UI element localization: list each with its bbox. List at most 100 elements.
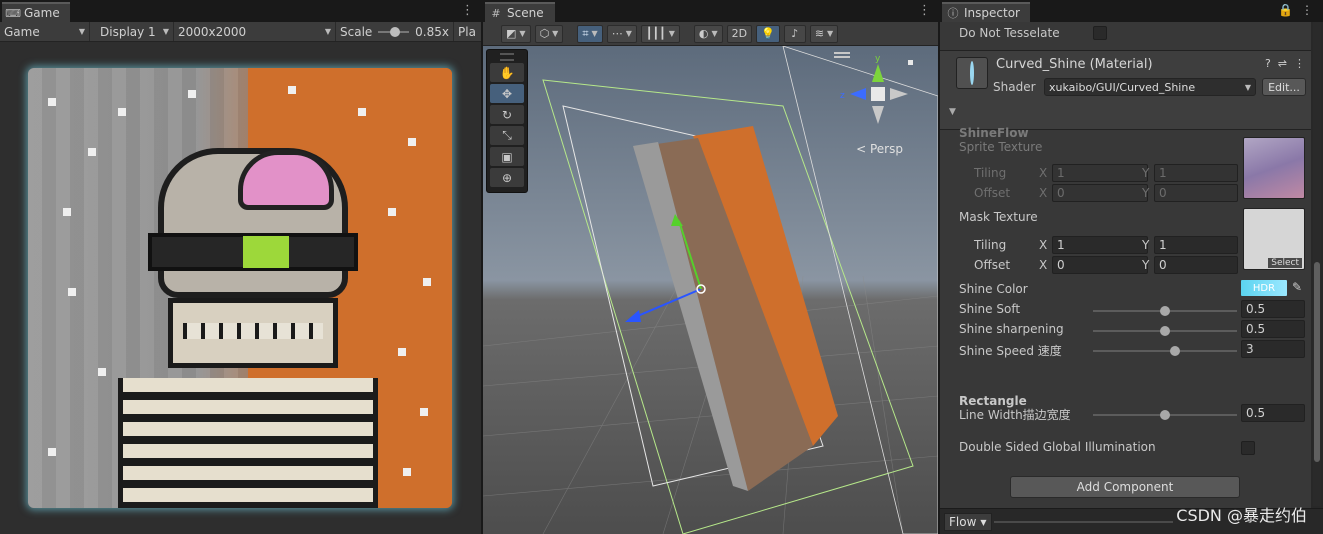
lock-icon[interactable]: 🔒 xyxy=(1278,3,1293,17)
mask-tiling-y-field[interactable]: 1 xyxy=(1154,236,1238,254)
shader-dropdown[interactable]: xukaibo/GUI/Curved_Shine ▼ xyxy=(1044,78,1256,96)
kebab-menu-icon[interactable]: ⋮ xyxy=(1294,57,1305,70)
shading-button[interactable]: ⬡ ▼ xyxy=(534,24,564,43)
transform-tool-button[interactable]: ⊕ xyxy=(490,168,524,187)
sprite-offset-x-field[interactable]: 0 xyxy=(1052,184,1148,202)
pixel-dot xyxy=(388,208,396,216)
eyedropper-icon[interactable]: ✎ xyxy=(1292,280,1302,294)
game-viewport[interactable] xyxy=(0,42,481,534)
game-mode-dropdown[interactable]: Game ▼ xyxy=(0,22,90,41)
inspector-panel: ⓘ Inspector 🔒 ⋮ Do Not Tesselate ▼ Curve… xyxy=(940,0,1323,534)
tab-game-label: Game xyxy=(24,6,60,20)
shine-soft-field[interactable]: 0.5 xyxy=(1241,300,1305,318)
mode-2d-button[interactable]: 2D xyxy=(726,24,753,43)
gizmo-center-cube[interactable] xyxy=(871,87,885,101)
tab-scene-label: Scene xyxy=(507,6,544,20)
flow-dropdown[interactable]: Flow ▼ xyxy=(944,513,992,531)
mask-select-button[interactable]: Select xyxy=(1268,258,1302,268)
rect-tool-button[interactable]: ▣ xyxy=(490,147,524,166)
sprite-tiling-x-field[interactable]: 1 xyxy=(1052,164,1148,182)
add-component-button[interactable]: Add Component xyxy=(1010,476,1240,498)
effects-button[interactable]: ≋ ▼ xyxy=(809,24,839,43)
help-icon[interactable]: ? xyxy=(1265,57,1271,70)
persp-toggle[interactable]: < Persp xyxy=(856,142,903,156)
draw-mode-button[interactable]: ◩ ▼ xyxy=(501,24,531,43)
pixel-dot xyxy=(63,208,71,216)
orientation-gizmo[interactable]: y z xyxy=(838,54,918,134)
display-dropdown[interactable]: Display 1 ▼ xyxy=(90,22,174,41)
shine-speed-field[interactable]: 3 xyxy=(1241,340,1305,358)
shine-sharpening-field[interactable]: 0.5 xyxy=(1241,320,1305,338)
mask-tiling-y-label: Y xyxy=(1142,238,1150,252)
gizmo-neg-y-cone[interactable] xyxy=(872,106,884,124)
grid-snap-button[interactable]: ⌗ ▼ xyxy=(577,24,603,43)
pixel-dot xyxy=(118,108,126,116)
brain-shape xyxy=(238,150,334,210)
grid-snap-icon: ⌗ xyxy=(582,26,589,40)
shine-speed-label: Shine Speed 速度 xyxy=(959,344,1062,358)
chevron-down-icon: ▼ xyxy=(324,27,331,36)
play-mode-dropdown[interactable]: Pla xyxy=(454,22,480,41)
rotate-tool-button[interactable]: ↻ xyxy=(490,105,524,124)
preset-icon[interactable]: ⇌ xyxy=(1278,57,1287,70)
line-width-slider-knob[interactable] xyxy=(1160,410,1170,420)
lighting-button[interactable]: 💡 xyxy=(756,24,780,43)
shine-sharpening-slider-knob[interactable] xyxy=(1160,326,1170,336)
layers-icon: ≋ xyxy=(814,27,825,40)
foldout-arrow-icon[interactable]: ▼ xyxy=(949,107,956,117)
gizmo-z-cone[interactable] xyxy=(850,88,866,100)
ruler-button[interactable]: ┃┃┃ ▼ xyxy=(640,24,680,43)
gizmo-y-cone[interactable] xyxy=(872,64,884,82)
inspector-scrollbar[interactable] xyxy=(1313,22,1321,506)
chevron-down-icon: ▼ xyxy=(711,29,718,38)
double-sided-gi-checkbox[interactable] xyxy=(1241,441,1255,455)
sprite-texture-slot[interactable] xyxy=(1243,137,1305,199)
shader-value: xukaibo/GUI/Curved_Shine xyxy=(1049,80,1196,94)
mask-offset-x-field[interactable]: 0 xyxy=(1052,256,1148,274)
line-width-field[interactable]: 0.5 xyxy=(1241,404,1305,422)
hand-icon: ✋ xyxy=(499,65,515,80)
palette-grip[interactable] xyxy=(500,53,514,61)
mask-offset-y-field[interactable]: 0 xyxy=(1154,256,1238,274)
edit-shader-button[interactable]: Edit... xyxy=(1262,78,1306,96)
inspector-scroll-thumb[interactable] xyxy=(1314,262,1320,462)
mask-tiling-x-field[interactable]: 1 xyxy=(1052,236,1148,254)
game-panel: ⌨ Game ⋮ Game ▼ Display 1 ▼ 2000x2000 ▼ … xyxy=(0,0,481,534)
move-tool-button[interactable]: ✥ xyxy=(490,84,524,103)
transform-icon: ⊕ xyxy=(501,170,513,185)
mask-texture-slot[interactable]: Select xyxy=(1243,208,1305,270)
scale-slider-knob[interactable] xyxy=(390,26,401,37)
shine-speed-slider[interactable] xyxy=(1093,350,1237,352)
render-mode-button[interactable]: ◐ ▼ xyxy=(693,24,723,43)
scale-tool-button[interactable]: ⤡ xyxy=(490,126,524,145)
resolution-dropdown[interactable]: 2000x2000 ▼ xyxy=(174,22,336,41)
chevron-down-icon: ▼ xyxy=(552,29,559,38)
kebab-menu-icon[interactable]: ⋮ xyxy=(1301,3,1313,17)
gizmo-x-cone[interactable] xyxy=(890,88,908,100)
shine-soft-slider-knob[interactable] xyxy=(1160,306,1170,316)
chevron-down-icon: ▼ xyxy=(78,27,85,36)
sprite-offset-y-field[interactable]: 0 xyxy=(1154,184,1238,202)
sprite-tiling-y-field[interactable]: 1 xyxy=(1154,164,1238,182)
sprite-texture-label: Sprite Texture xyxy=(959,140,1043,154)
mode-2d-label: 2D xyxy=(731,27,748,40)
snap-icon: ⋯ xyxy=(611,27,623,40)
tab-scene[interactable]: # Scene xyxy=(485,2,555,22)
do-not-tesselate-checkbox[interactable] xyxy=(1093,26,1107,40)
play-label: Pla xyxy=(458,24,476,39)
shine-color-swatch[interactable]: HDR xyxy=(1241,280,1287,296)
shine-speed-slider-knob[interactable] xyxy=(1170,346,1180,356)
draw-mode-icon: ◩ xyxy=(506,27,517,40)
pixel-dot xyxy=(48,448,56,456)
tab-inspector[interactable]: ⓘ Inspector xyxy=(942,2,1030,22)
scene-viewport[interactable]: ✋ ✥ ↻ ⤡ ▣ ⊕ y z < Persp xyxy=(483,46,938,534)
mask-offset-x-label: X xyxy=(1039,258,1048,272)
game-tabbar: ⌨ Game ⋮ xyxy=(0,0,481,22)
kebab-menu-icon[interactable]: ⋮ xyxy=(918,3,931,18)
audio-button[interactable]: ♪ xyxy=(783,24,806,43)
scale-slider[interactable] xyxy=(378,26,410,37)
hand-tool-button[interactable]: ✋ xyxy=(490,63,524,82)
increment-snap-button[interactable]: ⋯ ▼ xyxy=(606,24,637,43)
tab-game[interactable]: ⌨ Game xyxy=(2,2,70,22)
kebab-menu-icon[interactable]: ⋮ xyxy=(461,3,474,18)
